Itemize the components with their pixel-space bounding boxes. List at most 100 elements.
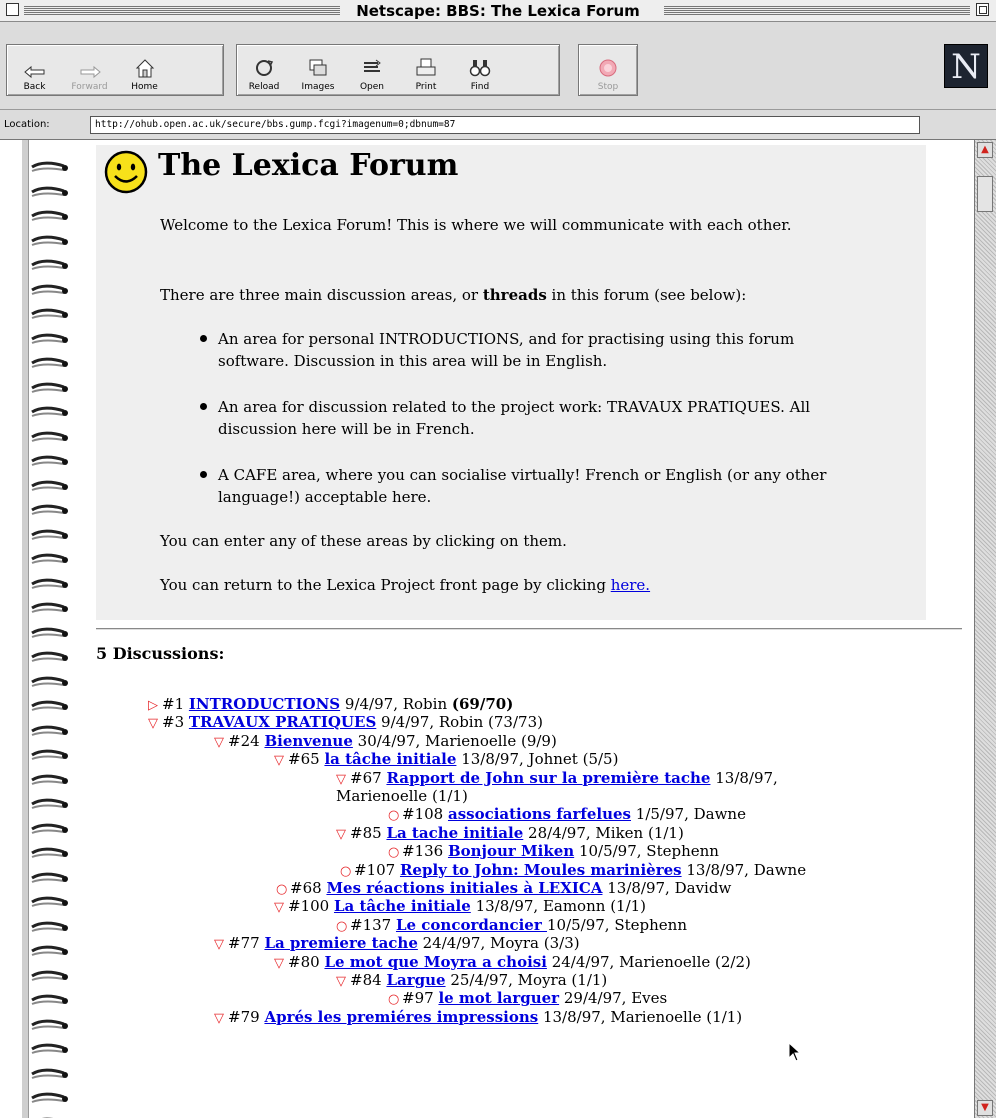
smiley-icon [104, 150, 148, 194]
expanded-triangle-icon[interactable]: ▽ [214, 936, 228, 954]
collapsed-triangle-icon[interactable]: ▷ [148, 697, 162, 715]
discussion-count: (9/9) [520, 731, 557, 750]
expanded-triangle-icon[interactable]: ▽ [336, 973, 350, 991]
discussion-number: #84 [350, 971, 387, 989]
discussion-number: #79 [228, 1007, 265, 1026]
discussion-link[interactable]: Mes réactions initiales à LEXICA [326, 879, 602, 897]
discussion-meta: 13/8/97, Marienoelle [538, 1007, 707, 1026]
find-button[interactable]: Find [453, 45, 507, 95]
message-bullet-icon[interactable]: ○ [388, 991, 402, 1009]
spiral-ring [30, 771, 70, 787]
discussion-item: ▷ #1 INTRODUCTIONS 9/4/97, Robin (69/70) [148, 695, 513, 715]
discussion-number: #67 [350, 768, 387, 787]
discussion-number: #137 [350, 915, 396, 934]
discussion-link[interactable]: Le concordancier [396, 916, 547, 934]
discussion-link[interactable]: le mot larguer [438, 989, 559, 1007]
location-input[interactable]: http://ohub.open.ac.uk/secure/bbs.gump.f… [90, 116, 920, 134]
spiral-ring [30, 256, 70, 272]
enter-text: You can enter any of these areas by clic… [160, 532, 567, 550]
images-button[interactable]: Images [291, 45, 345, 95]
discussion-link[interactable]: la tâche initiale [324, 750, 456, 768]
spiral-ring [30, 281, 70, 297]
spiral-ring [30, 501, 70, 517]
spiral-ring [30, 697, 70, 713]
stop-button[interactable]: Stop [579, 45, 637, 95]
discussion-item: ○ #108 associations farfelues 1/5/97, Daw… [388, 805, 746, 825]
discussion-link[interactable]: Rapport de John sur la première tache [386, 769, 710, 787]
reload-icon [256, 60, 274, 76]
scroll-thumb[interactable] [977, 176, 993, 212]
images-icon [309, 59, 327, 76]
reload-button[interactable]: Reload [237, 45, 291, 95]
spiral-ring [30, 477, 70, 493]
spiral-ring [30, 452, 70, 468]
expanded-triangle-icon[interactable]: ▽ [214, 1010, 228, 1028]
home-button[interactable]: Home [117, 45, 172, 95]
expanded-triangle-icon[interactable]: ▽ [274, 752, 288, 770]
print-button[interactable]: Print [399, 45, 453, 95]
discussion-link[interactable]: Bienvenue [264, 732, 352, 750]
back-button[interactable]: Back [7, 45, 62, 95]
discussion-link[interactable]: La premiere tache [264, 934, 417, 952]
spiral-ring [30, 820, 70, 836]
page-title: The Lexica Forum [158, 148, 459, 183]
discussion-link[interactable]: Bonjour Miken [448, 842, 574, 860]
expanded-triangle-icon[interactable]: ▽ [336, 771, 350, 789]
discussion-item: ▽ #100 La tâche initiale 13/8/97, Eamonn … [274, 897, 646, 917]
expanded-triangle-icon[interactable]: ▽ [274, 899, 288, 917]
spiral-bar [22, 140, 29, 1118]
zoom-box[interactable] [976, 3, 989, 16]
vertical-scrollbar[interactable]: ▲ ▼ [974, 140, 996, 1118]
spiral-ring [30, 1016, 70, 1032]
front-page-link[interactable]: here. [611, 576, 650, 594]
discussion-item: ▽ #24 Bienvenue 30/4/97, Marienoelle (9/9… [214, 732, 557, 752]
discussion-number: #85 [350, 823, 387, 842]
mouse-pointer-icon [788, 1042, 802, 1062]
netscape-logo[interactable]: N [944, 44, 988, 88]
message-bullet-icon[interactable]: ○ [388, 844, 402, 862]
expanded-triangle-icon[interactable]: ▽ [274, 955, 288, 973]
discussion-item: ▽ #80 Le mot que Moyra a choisi 24/4/97, … [274, 953, 751, 973]
notebook-spiral [22, 140, 74, 1118]
window-title: Netscape: BBS: The Lexica Forum [0, 2, 996, 20]
find-label: Find [470, 82, 490, 92]
expanded-triangle-icon[interactable]: ▽ [214, 734, 228, 752]
spiral-ring [30, 722, 70, 738]
window-titlebar[interactable]: Netscape: BBS: The Lexica Forum [0, 0, 996, 22]
forward-button[interactable]: Forward [62, 45, 117, 95]
discussion-link[interactable]: La tache initiale [386, 824, 523, 842]
discussion-number: #24 [228, 731, 265, 750]
toolbar: Back Forward Home Reload Images Open Pri… [0, 22, 996, 110]
discussion-item: ▽ #85 La tache initiale 28/4/97, Miken (1… [336, 824, 684, 844]
expanded-triangle-icon[interactable]: ▽ [148, 715, 162, 733]
open-button[interactable]: Open [345, 45, 399, 95]
reload-label: Reload [248, 82, 280, 92]
scroll-up-arrow[interactable]: ▲ [977, 142, 993, 158]
return-text-body: You can return to the Lexica Project fro… [160, 576, 611, 594]
discussion-count: (5/5) [582, 750, 619, 769]
message-bullet-icon[interactable]: ○ [388, 807, 402, 825]
expanded-triangle-icon[interactable]: ▽ [336, 826, 350, 844]
discussion-count: (73/73) [488, 713, 543, 732]
message-bullet-icon[interactable]: ○ [276, 881, 290, 899]
message-bullet-icon[interactable]: ○ [340, 863, 354, 881]
threads-intro: There are three main discussion areas, o… [160, 284, 860, 306]
spiral-ring [30, 575, 70, 591]
back-arrow-icon [23, 65, 44, 79]
spiral-ring [30, 624, 70, 640]
discussion-link[interactable]: Largue [386, 971, 445, 989]
discussion-link[interactable]: La tâche initiale [334, 897, 471, 915]
discussion-link[interactable]: INTRODUCTIONS [189, 695, 340, 713]
discussion-link[interactable]: Reply to John: Moules marinières [400, 861, 682, 879]
discussion-meta: 13/8/97, Eamonn [470, 897, 611, 916]
discussion-item: ▽ #77 La premiere tache 24/4/97, Moyra (3… [214, 934, 580, 954]
scroll-down-arrow[interactable]: ▼ [977, 1100, 993, 1116]
discussion-link[interactable]: associations farfelues [448, 805, 631, 823]
discussion-link[interactable]: Aprés les premiéres impressions [264, 1008, 538, 1026]
message-bullet-icon[interactable]: ○ [336, 918, 350, 936]
discussion-link[interactable]: Le mot que Moyra a choisi [324, 953, 547, 971]
spiral-ring [30, 207, 70, 223]
discussion-link[interactable]: TRAVAUX PRATIQUES [189, 713, 376, 731]
discussion-item: ▽ #65 la tâche initiale 13/8/97, Johnet (… [274, 750, 618, 770]
spiral-ring [30, 599, 70, 615]
